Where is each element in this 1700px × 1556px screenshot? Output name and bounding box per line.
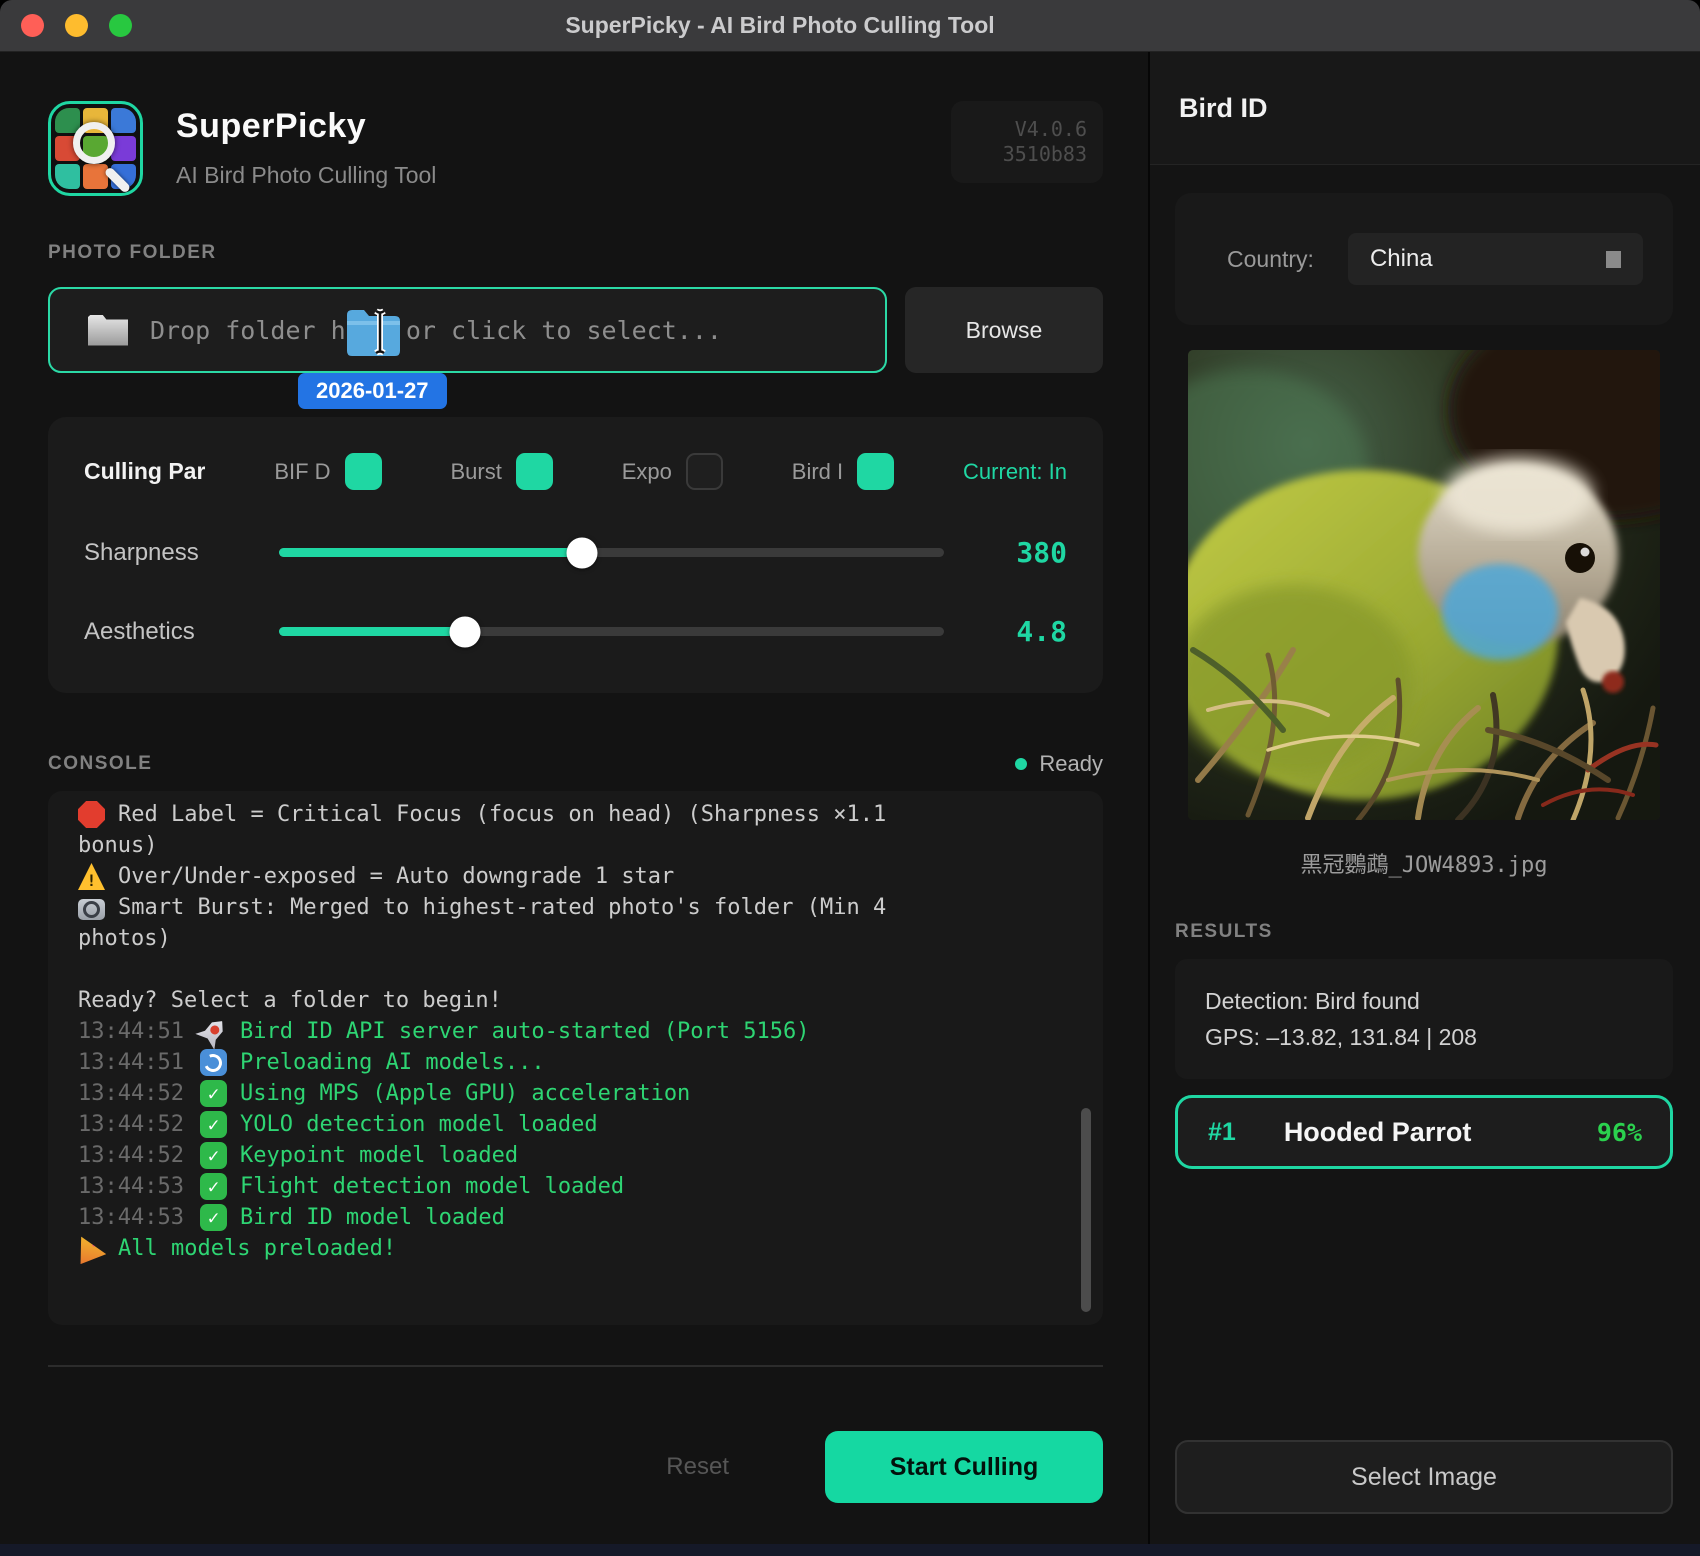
console-label: CONSOLE [48,753,152,775]
app-logo-icon [48,101,143,196]
folder-dropzone[interactable]: Drop folder here or click to select... 2… [48,287,887,373]
expo-checkbox[interactable] [686,453,723,490]
app-window: SuperPicky - AI Bird Photo Culling Tool … [0,0,1700,1556]
country-select[interactable]: China [1348,233,1643,285]
detection-panel: Detection: Bird found GPS: –13.82, 131.8… [1175,959,1673,1079]
sharpness-slider-thumb[interactable] [566,537,597,568]
sidebar-title: Bird ID [1179,93,1268,124]
app-header: SuperPicky AI Bird Photo Culling Tool V4… [48,101,1103,196]
check-icon [200,1142,227,1169]
divider [48,1365,1103,1367]
result-rank: #1 [1208,1118,1236,1147]
image-filename: 黑冠鸚鵡_JOW4893.jpg [1175,847,1673,879]
console-scrollbar[interactable] [1081,1108,1091,1312]
sidebar-header: Bird ID [1150,52,1700,165]
sharpness-value: 380 [972,536,1067,569]
current-mode-label: Current: In [963,459,1067,485]
app-tagline: AI Bird Photo Culling Tool [176,162,436,189]
console-output[interactable]: Red Label = Critical Focus (focus on hea… [48,791,1103,1325]
status-text: Ready [1039,751,1103,777]
check-icon [200,1111,227,1138]
check-icon [200,1204,227,1231]
detection-status: Detection: Bird found [1205,983,1643,1019]
version-badge: V4.0.6 3510b83 [951,101,1103,183]
aesthetics-label: Aesthetics [84,618,279,646]
rocket-icon [194,1012,232,1050]
refresh-icon [200,1049,227,1076]
aesthetics-slider-thumb[interactable] [450,616,481,647]
warning-icon [78,863,105,890]
start-culling-button[interactable]: Start Culling [825,1431,1103,1503]
culling-parameters-title: Culling Par [84,458,205,485]
magnifier-icon [73,122,115,164]
window-title: SuperPicky - AI Bird Photo Culling Tool [0,12,1560,39]
sharpness-slider-row: Sharpness 380 [84,536,1067,569]
date-tooltip: 2026-01-27 [298,373,447,409]
bird-id-result-card[interactable]: #1 Hooded Parrot 96% [1175,1095,1673,1169]
results-label: RESULTS [1175,921,1673,943]
check-icon [200,1173,227,1200]
aesthetics-slider-row: Aesthetics 4.8 [84,615,1067,648]
bird-photo [1188,350,1660,820]
party-popper-icon [76,1233,107,1264]
result-species: Hooded Parrot [1284,1117,1472,1148]
checkbox-group-bird-id: Bird I [792,453,894,490]
checkbox-group-burst: Burst [450,453,552,490]
check-icon [200,1080,227,1107]
sharpness-slider[interactable] [279,548,944,557]
title-bar: SuperPicky - AI Bird Photo Culling Tool [0,0,1700,52]
country-label: Country: [1227,246,1314,273]
reset-button[interactable]: Reset [666,1453,729,1481]
country-panel: Country: China [1175,193,1673,325]
drag-folder-cursor-icon [345,305,403,359]
camera-icon [78,899,105,920]
window-bottom-edge [0,1544,1700,1556]
bird-id-checkbox[interactable] [857,453,894,490]
checkbox-group-bif: BIF D [274,453,381,490]
aesthetics-value: 4.8 [972,615,1067,648]
ready-dot-icon [1015,758,1027,770]
result-confidence: 96% [1597,1118,1642,1147]
dropdown-indicator-icon [1606,251,1621,268]
burst-checkbox[interactable] [516,453,553,490]
folder-icon [88,315,128,346]
aesthetics-slider[interactable] [279,627,944,636]
status-indicator: Ready [1015,751,1103,777]
browse-button[interactable]: Browse [905,287,1103,373]
bird-id-sidebar: Bird ID Country: China [1148,52,1700,1544]
photo-folder-label: PHOTO FOLDER [48,242,1103,264]
gps-coordinates: GPS: –13.82, 131.84 | 208 [1205,1019,1643,1055]
main-panel: SuperPicky AI Bird Photo Culling Tool V4… [0,52,1148,1544]
checkbox-group-expo: Expo [622,453,723,490]
culling-parameters-panel: Culling Par BIF D Burst Expo Bird I [48,417,1103,693]
app-name: SuperPicky [176,107,436,146]
bif-detect-checkbox[interactable] [345,453,382,490]
stop-icon [78,801,105,828]
dropzone-placeholder: Drop folder here or click to select... [150,316,722,345]
sharpness-label: Sharpness [84,539,279,567]
select-image-button[interactable]: Select Image [1175,1440,1673,1514]
country-value: China [1370,245,1433,273]
